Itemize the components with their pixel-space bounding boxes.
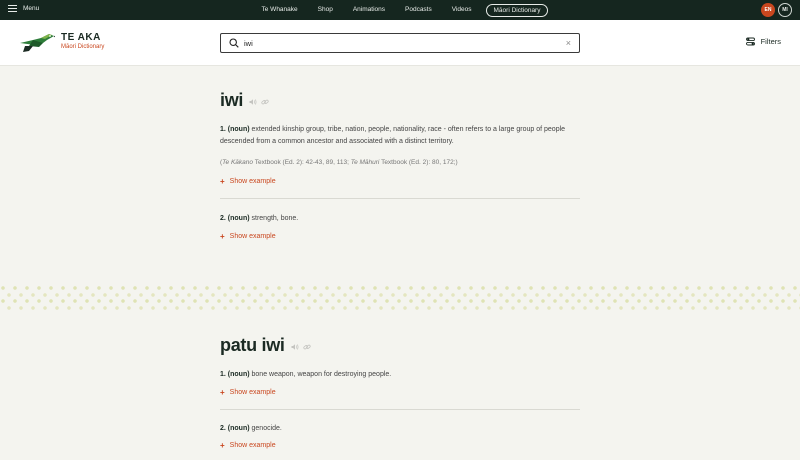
headword: patu iwi <box>220 335 285 355</box>
plus-icon: + <box>220 231 225 241</box>
brand-name: TE AKA <box>61 32 101 43</box>
sense-definition: 1. (noun) bone weapon, weapon for destro… <box>220 369 580 381</box>
language-switcher: EN MI <box>761 3 792 17</box>
decorative-pattern-divider <box>0 284 800 310</box>
site-nav: Te Whanake Shop Animations Podcasts Vide… <box>0 4 800 17</box>
filters-button[interactable]: Filters <box>745 37 781 46</box>
show-example-button[interactable]: + Show example <box>220 232 580 241</box>
nav-animations[interactable]: Animations <box>343 4 395 17</box>
part-of-speech: (noun) <box>227 215 250 222</box>
nav-podcasts[interactable]: Podcasts <box>395 4 442 17</box>
lang-en-button[interactable]: EN <box>761 3 775 17</box>
sense-definition: 2. (noun) strength, bone. <box>220 213 580 225</box>
nav-videos[interactable]: Videos <box>442 4 482 17</box>
lang-mi-button[interactable]: MI <box>778 3 792 17</box>
nav-te-whanake[interactable]: Te Whanake <box>252 4 308 17</box>
te-aka-logo[interactable]: TE AKA Māori Dictionary <box>19 31 104 53</box>
show-example-label: Show example <box>229 178 276 185</box>
search-bar: × <box>220 33 580 53</box>
show-example-label: Show example <box>229 232 276 240</box>
sense-divider <box>220 408 580 410</box>
bird-logo <box>20 34 55 52</box>
sense-number: 1. <box>220 126 226 133</box>
show-example-button[interactable]: + Show example <box>220 441 580 450</box>
definition-text: genocide. <box>251 424 282 432</box>
link-icon[interactable] <box>302 343 311 351</box>
search-input[interactable] <box>244 38 566 48</box>
sense-number: 2. <box>220 424 226 432</box>
top-navigation-bar: Menu Te Whanake Shop Animations Podcasts… <box>0 0 800 20</box>
site-header: TE AKA Māori Dictionary × Filters <box>0 20 800 66</box>
source-book: Te Kākano <box>222 159 254 166</box>
entry-title: patu iwi <box>220 335 580 356</box>
brand-subtitle: Māori Dictionary <box>61 44 105 50</box>
plus-icon: + <box>220 441 225 450</box>
link-icon[interactable] <box>261 98 269 106</box>
audio-icon[interactable] <box>291 343 299 351</box>
show-example-label: Show example <box>229 388 276 396</box>
audio-icon[interactable] <box>249 98 257 106</box>
sense-definition: 2. (noun) genocide. <box>220 423 580 435</box>
search-icon[interactable] <box>229 38 239 48</box>
source-pages: Textbook (Ed. 2): 42-43, 89, 113; <box>253 159 351 166</box>
sense-number: 1. <box>220 371 226 378</box>
show-example-button[interactable]: + Show example <box>220 177 580 186</box>
entry-title: iwi <box>220 90 580 111</box>
source-pages: Textbook (Ed. 2): 80, 172;) <box>379 159 458 166</box>
clear-icon[interactable]: × <box>566 38 571 48</box>
sense-definition: 1. (noun) extended kinship group, tribe,… <box>220 124 580 147</box>
definition-text: extended kinship group, tribe, nation, p… <box>220 126 566 145</box>
source-reference: (Te Kākano Textbook (Ed. 2): 42-43, 89, … <box>220 158 580 168</box>
definition-text: bone weapon, weapon for destroying peopl… <box>251 371 392 378</box>
part-of-speech: (noun) <box>227 371 250 378</box>
dictionary-entry: iwi 1. (noun) extended kinship group, tr… <box>220 90 580 241</box>
sense-divider <box>220 198 580 199</box>
sense-number: 2. <box>220 215 226 222</box>
show-example-button[interactable]: + Show example <box>220 388 580 397</box>
nav-maori-dictionary[interactable]: Māori Dictionary <box>485 4 549 17</box>
plus-icon: + <box>220 177 225 186</box>
plus-icon: + <box>220 387 225 397</box>
nav-shop[interactable]: Shop <box>308 4 343 17</box>
dictionary-entry: patu iwi 1. (noun) bone weapon, weapon f… <box>220 335 580 450</box>
part-of-speech: (noun) <box>227 424 250 432</box>
filters-icon <box>745 37 755 46</box>
filters-label: Filters <box>760 37 781 46</box>
source-book: Te Māhuri <box>350 159 380 166</box>
show-example-label: Show example <box>229 442 276 449</box>
headword: iwi <box>220 90 244 110</box>
part-of-speech: (noun) <box>227 126 250 133</box>
definition-text: strength, bone. <box>251 215 299 222</box>
